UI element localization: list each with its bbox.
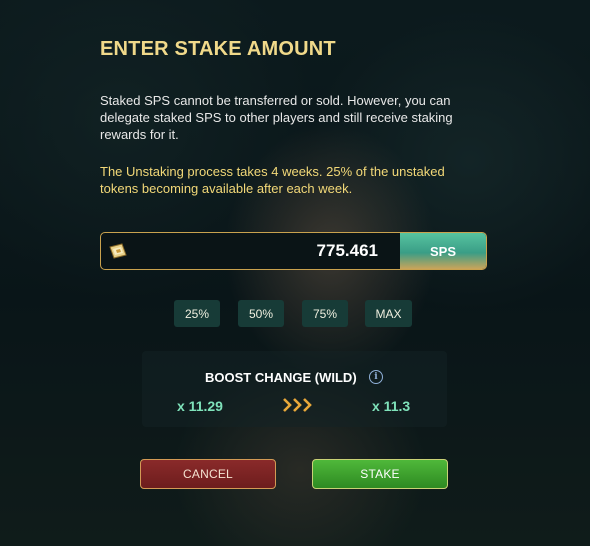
triple-chevron-right-icon	[283, 398, 315, 417]
currency-label: SPS	[400, 233, 486, 269]
sps-token-icon	[101, 233, 135, 269]
amount-field: SPS	[100, 232, 487, 270]
boost-current-value: x 11.29	[177, 398, 223, 414]
modal-title: ENTER STAKE AMOUNT	[100, 38, 336, 60]
boost-title: BOOST CHANGE (WILD)	[205, 370, 357, 385]
max-button[interactable]: MAX	[365, 300, 412, 327]
percent-50-button[interactable]: 50%	[238, 300, 284, 327]
stake-button[interactable]: STAKE	[312, 459, 448, 489]
cancel-button[interactable]: CANCEL	[140, 459, 276, 489]
percent-75-button[interactable]: 75%	[302, 300, 348, 327]
unstake-warning: The Unstaking process takes 4 weeks. 25%…	[100, 164, 445, 196]
info-icon[interactable]: i	[369, 370, 383, 384]
percent-25-button[interactable]: 25%	[174, 300, 220, 327]
amount-input[interactable]	[135, 233, 400, 269]
stake-modal: ENTER STAKE AMOUNT Staked SPS cannot be …	[0, 0, 590, 546]
stake-description: Staked SPS cannot be transferred or sold…	[100, 93, 453, 142]
boost-new-value: x 11.3	[372, 398, 411, 414]
